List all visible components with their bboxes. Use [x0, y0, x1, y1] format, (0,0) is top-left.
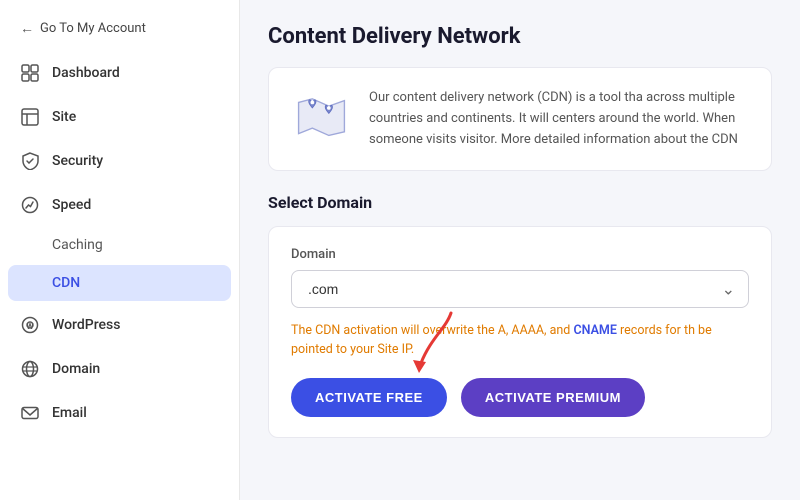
activate-free-button[interactable]: ACTIVATE FREE	[291, 378, 447, 417]
back-link[interactable]: ← Go To My Account	[0, 10, 239, 51]
sidebar-item-security-label: Security	[52, 153, 103, 169]
sidebar-item-wordpress-label: WordPress	[52, 317, 120, 333]
sidebar-item-security[interactable]: Security	[0, 139, 239, 183]
sidebar-item-dashboard-label: Dashboard	[52, 65, 120, 81]
sidebar-sub-caching-label: Caching	[52, 237, 103, 253]
sidebar-item-email[interactable]: Email	[0, 391, 239, 435]
domain-select-wrapper: .com ⌄	[291, 270, 749, 308]
arrow-annotation	[391, 308, 471, 382]
sidebar-item-site-label: Site	[52, 109, 76, 125]
dashboard-icon	[20, 63, 40, 83]
wordpress-icon: W	[20, 315, 40, 335]
sidebar-item-wordpress[interactable]: W WordPress	[0, 303, 239, 347]
svg-text:W: W	[27, 322, 34, 331]
info-card: Our content delivery network (CDN) is a …	[268, 67, 772, 171]
security-icon	[20, 151, 40, 171]
back-label: Go To My Account	[40, 21, 146, 36]
cdn-map-icon	[291, 88, 351, 148]
main-content: Content Delivery Network Our content del…	[240, 0, 800, 500]
domain-icon	[20, 359, 40, 379]
sidebar: ← Go To My Account Dashboard Site	[0, 0, 240, 500]
site-icon	[20, 107, 40, 127]
info-text: Our content delivery network (CDN) is a …	[369, 88, 749, 150]
page-title: Content Delivery Network	[268, 24, 772, 49]
email-icon	[20, 403, 40, 423]
sidebar-item-domain[interactable]: Domain	[0, 347, 239, 391]
button-row: ACTIVATE FREE ACTIVATE PREMIUM	[291, 378, 749, 417]
section-title: Select Domain	[268, 193, 772, 212]
sidebar-item-dashboard[interactable]: Dashboard	[0, 51, 239, 95]
back-arrow-icon: ←	[20, 20, 34, 37]
speed-icon	[20, 195, 40, 215]
sidebar-item-speed-label: Speed	[52, 197, 91, 213]
sidebar-item-site[interactable]: Site	[0, 95, 239, 139]
sidebar-item-domain-label: Domain	[52, 361, 100, 377]
sidebar-sub-cdn-label: CDN	[52, 275, 80, 291]
domain-card: Domain .com ⌄ The CDN activation will ov…	[268, 226, 772, 438]
sidebar-sub-item-caching[interactable]: Caching	[0, 227, 239, 263]
sidebar-item-email-label: Email	[52, 405, 87, 421]
sidebar-sub-item-cdn[interactable]: CDN	[8, 265, 231, 301]
warning-text: The CDN activation will overwrite the A,…	[291, 322, 749, 360]
domain-select[interactable]: .com	[291, 270, 749, 308]
sidebar-item-speed[interactable]: Speed	[0, 183, 239, 227]
warning-highlight: CNAME	[573, 323, 616, 338]
activate-premium-button[interactable]: ACTIVATE PREMIUM	[461, 378, 645, 417]
domain-label: Domain	[291, 247, 749, 262]
